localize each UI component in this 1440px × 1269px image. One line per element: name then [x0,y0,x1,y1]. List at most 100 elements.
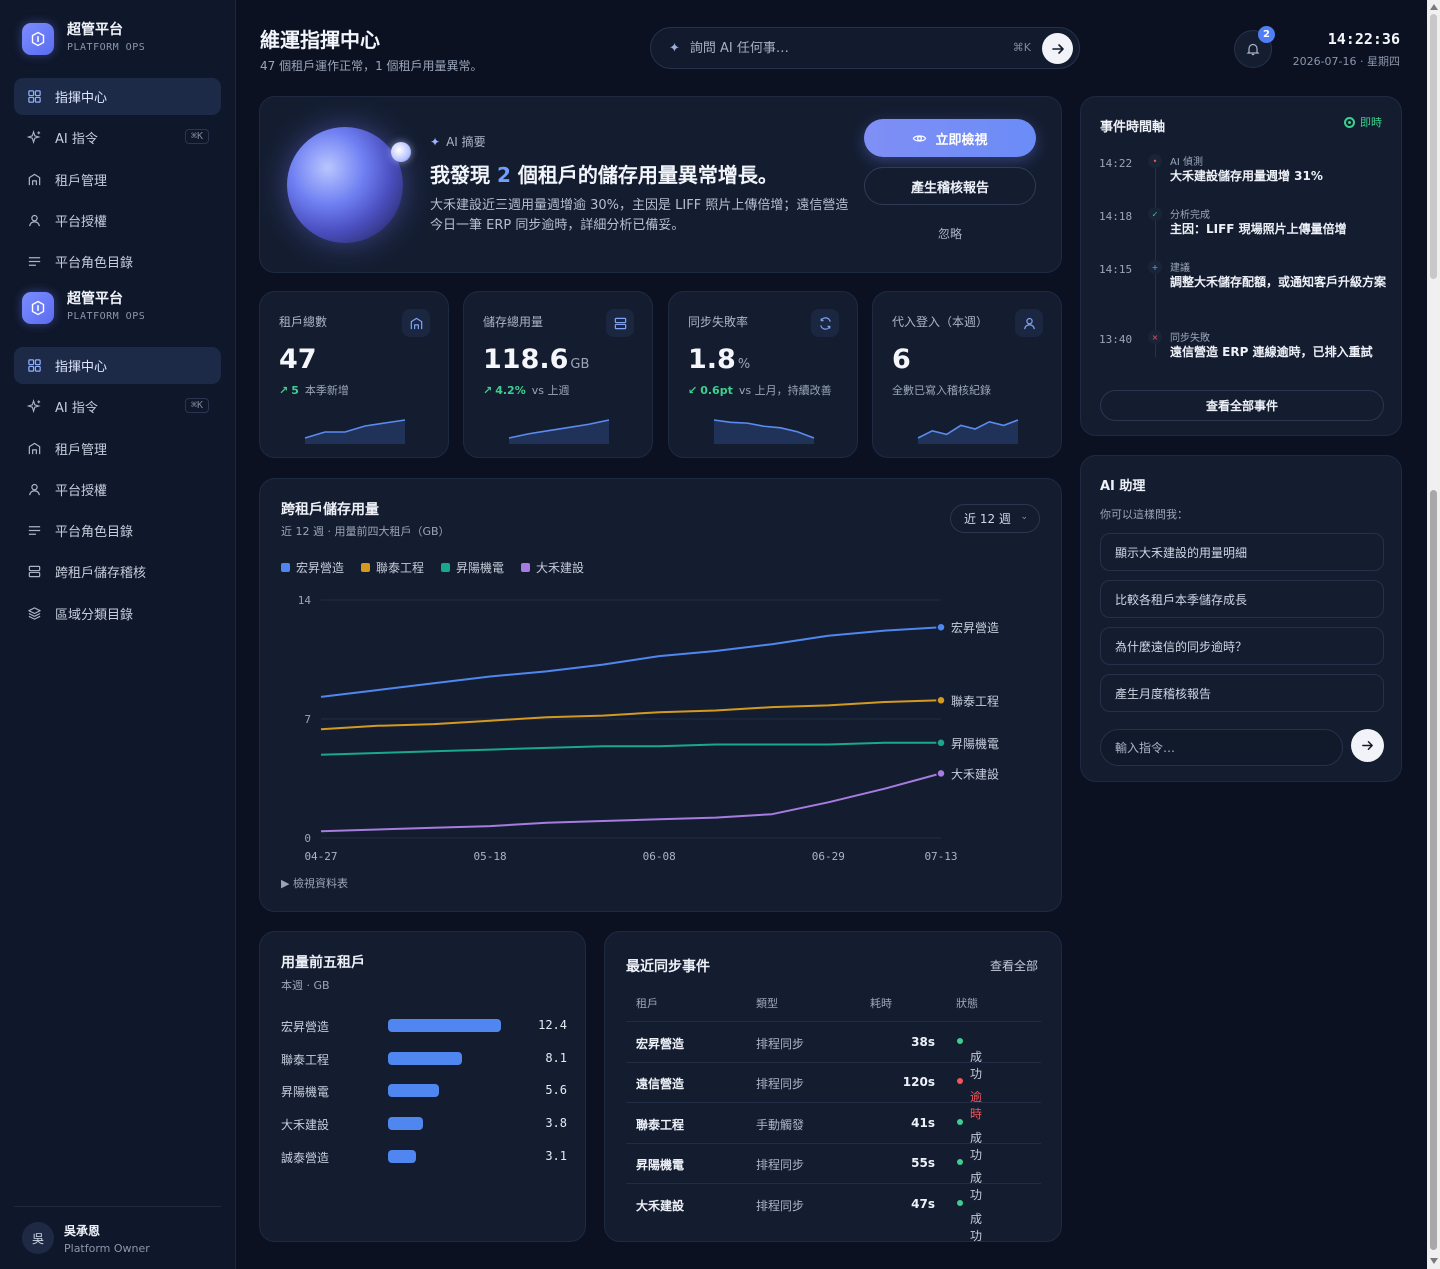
sidebar-item-building[interactable]: 租戶管理 [14,430,221,467]
table-row[interactable]: 大禾建設 排程同步 47s 成功 [626,1184,1041,1243]
y-tick-label: 0 [304,832,311,845]
headline-pre: 我發現 [430,163,497,187]
top5-bar [388,1117,423,1130]
sidebar-item-layers[interactable]: 區域分類目錄 [14,595,221,632]
stat-unit: GB [570,357,590,372]
series-line [320,741,941,756]
y-tick-label: 7 [304,713,311,726]
top5-value: 5.6 [545,1083,567,1097]
stat-label: 代入登入（本週） [892,315,989,329]
top5-row[interactable]: 大禾建設 3.8 [281,1114,567,1132]
cell-duration: 55s [911,1156,935,1171]
top5-row[interactable]: 聯泰工程 8.1 [281,1049,567,1067]
suggestion-chip[interactable]: 為什麼遠信的同步逾時？ [1100,627,1384,665]
sidebar-item-sparkle[interactable]: AI 指令 ⌘K [14,119,221,156]
stat-delta: 全數已寫入稽核紀錄 [892,382,991,398]
sidebar-item-building[interactable]: 租戶管理 [14,161,221,198]
top5-title: 用量前五租戶 [281,955,365,971]
status-badge: 逾時 [957,1075,982,1121]
sidebar-item-label: 區域分類目錄 [55,607,134,623]
ai-summary-body: 大禾建設近三週用量週增逾 30%，主因是 LIFF 照片上傳倍增；遠信營造今日一… [430,198,849,233]
arrow-right-icon [1051,43,1064,54]
view-all-events-button[interactable]: 查看全部事件 [1100,390,1384,421]
scrollbar-thumb[interactable] [1430,490,1437,1250]
scroll-up-arrow-icon[interactable] [1429,4,1438,10]
brand-title: 超管平台 [67,291,123,307]
top5-row[interactable]: 誠泰營造 3.1 [281,1147,567,1165]
status-badge: 成功 [957,1116,982,1162]
generate-audit-report-button[interactable]: 產生稽核報告 [864,167,1036,205]
column-header-type: 類型 [756,997,778,1010]
search-input[interactable] [689,40,990,56]
brand-logo-icon [22,291,54,324]
status-dot-icon [957,1199,963,1206]
stat-number: 47 [279,344,317,375]
table-row[interactable]: 遠信營造 排程同步 120s 逾時 [626,1062,1041,1121]
status-dot-icon [957,1038,963,1044]
sidebar-item-user[interactable]: 平台授權 [14,202,221,239]
top5-row[interactable]: 昇陽機電 5.6 [281,1081,567,1099]
view-now-button[interactable]: 立即檢視 [864,119,1036,157]
status-dot-icon [957,1118,963,1125]
grid-icon [26,89,42,105]
sidebar-item-label: 平台角色目錄 [55,256,134,272]
sparkline-area [305,420,405,444]
app-root: 超管平台 PLATFORM OPS 指揮中心 AI 指令 ⌘K 租戶管理 平台授權 平台角… [0,0,1440,1269]
timeline-kind: AI 偵測 [1170,157,1203,168]
building-icon [26,440,42,456]
sync-view-all-link[interactable]: 查看全部 [990,957,1038,974]
sidebar-item-grid[interactable]: 指揮中心 [14,78,221,115]
brand[interactable]: 超管平台 PLATFORM OPS [22,22,145,55]
table-row[interactable]: 昇陽機電 排程同步 55s 成功 [626,1143,1041,1202]
stat-number: 6 [892,344,911,375]
page-scrollbar[interactable] [1427,0,1440,1269]
dismiss-button[interactable]: 忽略 [864,219,1036,247]
top5-row[interactable]: 宏昇營造 12.4 [281,1016,567,1034]
top5-bar [388,1052,462,1065]
status-badge: 成功 [957,1156,982,1202]
timeline-text: 大禾建設儲存用量週增 31% [1170,169,1323,183]
scroll-down-arrow-icon[interactable] [1429,1258,1438,1264]
sidebar-item-label: AI 指令 [55,132,98,148]
brand-subtitle: PLATFORM OPS [67,311,146,322]
top5-value: 8.1 [545,1051,567,1065]
table-row[interactable]: 聯泰工程 手動觸發 41s 成功 [626,1103,1041,1162]
sidebar-item-grid[interactable]: 指揮中心 [14,347,221,384]
sidebar-item-sparkle[interactable]: AI 指令 ⌘K [14,388,221,425]
suggestion-chip[interactable]: 比較各租戶本季儲存成長 [1100,580,1384,618]
top5-value: 3.8 [545,1116,567,1130]
suggestion-chip[interactable]: 顯示大禾建設的用量明細 [1100,533,1384,571]
cell-duration: 47s [911,1196,935,1211]
status-dot-icon [957,1078,963,1085]
series-end-point [936,768,946,779]
user-icon [1015,309,1043,337]
sidebar-item-storage[interactable]: 跨租戶儲存稽核 [14,553,221,590]
stat-delta-text: vs 上週 [531,384,570,397]
user-role: Platform Owner [64,1241,150,1255]
assistant-send-button[interactable] [1351,729,1384,762]
sidebar-item-user[interactable]: 平台授權 [14,471,221,508]
table-row[interactable]: 宏昇營造 排程同步 38s 成功 [626,1022,1041,1081]
avatar: 吳 [22,1222,54,1254]
suggestion-chip[interactable]: 產生月度稽核報告 [1100,674,1384,712]
storage-icon [26,564,42,580]
sidebar-item-list[interactable]: 平台角色目錄 [14,512,221,549]
assistant-input[interactable] [1100,729,1343,766]
trend-arrow-icon: ↗ [279,384,289,397]
stat-label: 租戶總數 [279,315,328,329]
brand[interactable]: 超管平台 PLATFORM OPS [22,291,145,324]
top5-bar [388,1150,417,1163]
building-icon [26,171,42,187]
search-submit-button[interactable] [1042,33,1073,64]
sidebar-item-list[interactable]: 平台角色目錄 [14,243,221,280]
stat-delta: ↗ 5 本季新增 [279,382,349,398]
user-profile[interactable]: 吳 吳承恩 Platform Owner [14,1206,221,1269]
sync-title: 最近同步事件 [626,959,710,975]
cell-type: 手動觸發 [756,1117,805,1132]
top5-tenant-name: 誠泰營造 [281,1151,330,1165]
view-data-table-toggle[interactable]: ▶ 檢視資料表 [281,875,348,891]
user-icon [26,212,42,228]
refresh-icon [811,309,839,337]
brand-subtitle: PLATFORM OPS [67,42,146,53]
shortcut-badge: ⌘K [184,129,209,145]
